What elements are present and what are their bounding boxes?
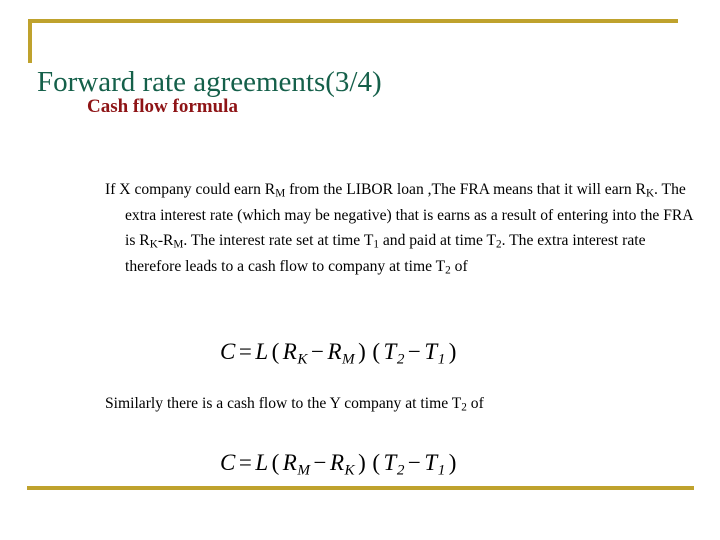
- page-title: Forward rate agreements(3/4): [37, 66, 382, 98]
- formula2-rate-second: R: [329, 450, 345, 475]
- formula2-paren-close-2: ): [448, 450, 457, 475]
- formula1-rate-first: R: [282, 339, 298, 364]
- formula2-rate-first: R: [282, 450, 298, 475]
- top-accent-rule: [28, 19, 678, 23]
- sub-rm-2: M: [173, 238, 184, 251]
- formula1-time-first-sub: 2: [396, 350, 405, 368]
- sub-rk-1: K: [645, 187, 655, 200]
- sub-rk-2: K: [149, 238, 158, 251]
- formula2-paren-close-1: ): [358, 450, 367, 475]
- formula2-time-first: T: [383, 450, 397, 475]
- formula2-rate-second-sub: K: [344, 461, 356, 479]
- formula1-time-first: T: [383, 339, 397, 364]
- formula1-paren-close-1: ): [358, 339, 367, 364]
- formula2-paren-open-1: (: [271, 450, 280, 475]
- body-paragraph-1: If X company could earn RM from the LIBO…: [105, 177, 699, 279]
- bottom-accent-rule: [27, 486, 694, 490]
- formula1-time-second-sub: 1: [437, 350, 446, 368]
- cash-flow-formula-y: C = L(RM − RK)(T2− T1): [220, 450, 460, 479]
- formula2-time-second: T: [424, 450, 438, 475]
- formula1-paren-close-2: ): [448, 339, 457, 364]
- page-subtitle: Cash flow formula: [87, 96, 238, 117]
- formula1-minus-2: −: [407, 339, 422, 364]
- seg-0: Similarly there is a cash flow to the Y …: [105, 395, 462, 412]
- formula1-rate-second: R: [327, 339, 343, 364]
- formula2-scale: L: [255, 450, 269, 475]
- seg-14: of: [450, 257, 468, 275]
- formula1-lhs: C: [220, 339, 236, 364]
- formula1-paren-open-1: (: [271, 339, 280, 364]
- formula1-minus-1: −: [310, 339, 325, 364]
- seg-8: . The interest rate set at time T: [183, 232, 374, 249]
- slide-canvas: Forward rate agreements(3/4) Cash flow f…: [0, 0, 720, 540]
- formula2-time-second-sub: 1: [437, 461, 446, 479]
- formula1-paren-open-2: (: [372, 339, 381, 364]
- formula1-rate-first-sub: K: [297, 350, 308, 368]
- formula2-paren-open-2: (: [372, 450, 381, 475]
- formula2-minus-1: −: [313, 450, 327, 475]
- formula1-time-second: T: [424, 339, 438, 364]
- sub-rm-1: M: [275, 187, 286, 200]
- formula2-equals: =: [238, 450, 253, 475]
- formula1-rate-second-sub: M: [342, 350, 356, 368]
- seg-10: and paid at time T: [378, 232, 497, 249]
- body-paragraph-2: Similarly there is a cash flow to the Y …: [105, 391, 699, 417]
- seg-6: -R: [157, 232, 174, 249]
- cash-flow-formula-x: C = L(RK − RM)(T2− T1): [220, 339, 460, 368]
- left-accent-bar: [28, 19, 32, 63]
- formula2-rate-first-sub: M: [297, 461, 311, 479]
- paragraph-text: Similarly there is a cash flow to the Y …: [105, 391, 699, 417]
- formula1-equals: =: [238, 339, 253, 364]
- formula1-scale: L: [255, 339, 269, 364]
- paragraph-text: If X company could earn RM from the LIBO…: [105, 177, 699, 279]
- formula2-lhs: C: [220, 450, 236, 475]
- seg-2: of: [466, 395, 484, 412]
- formula2-minus-2: −: [407, 450, 422, 475]
- seg-2: from the LIBOR loan ,The FRA means that …: [285, 181, 646, 198]
- seg-0: If X company could earn R: [105, 181, 276, 198]
- formula2-time-first-sub: 2: [396, 461, 405, 479]
